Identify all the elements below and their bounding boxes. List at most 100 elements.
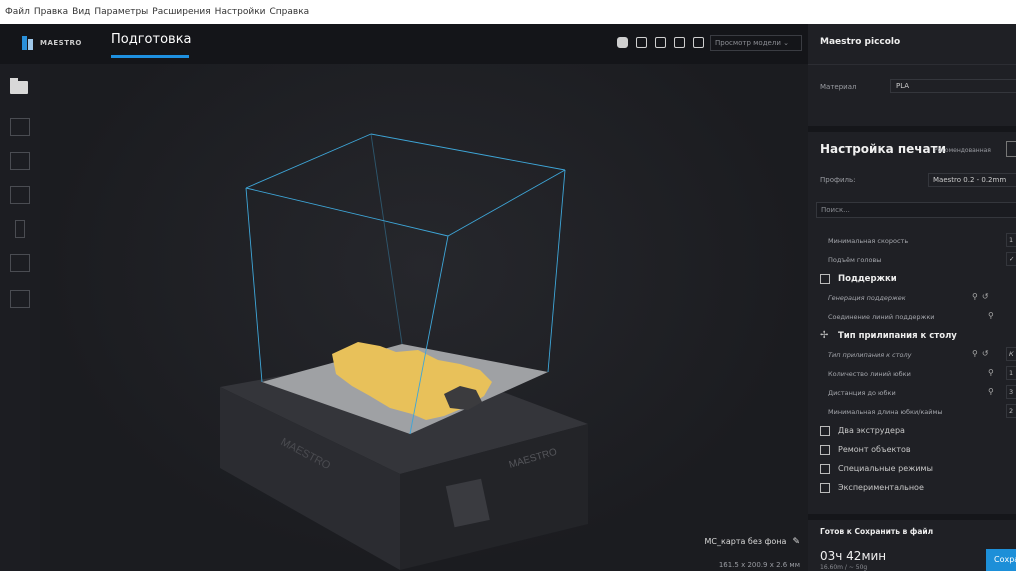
profile-label: Профиль: bbox=[820, 176, 856, 184]
menu-help[interactable]: Справка bbox=[270, 7, 310, 17]
setting-row[interactable]: Минимальная длина юбки/каймы 2 bbox=[820, 402, 1016, 421]
divider bbox=[808, 126, 1016, 132]
setting-label: Подъём головы bbox=[828, 255, 882, 264]
setup-mode-toggle[interactable] bbox=[1006, 141, 1016, 157]
divider bbox=[808, 514, 1016, 520]
special-modes-icon bbox=[820, 463, 830, 474]
view-3d-icon[interactable] bbox=[617, 37, 628, 48]
pencil-icon[interactable]: ✎ bbox=[792, 537, 800, 547]
menu-extensions[interactable]: Расширения bbox=[152, 7, 210, 17]
setting-value[interactable]: 1 bbox=[1006, 233, 1016, 247]
model-info: MC_карта без фона ✎ bbox=[705, 537, 800, 547]
category-label: Тип прилипания к столу bbox=[838, 330, 957, 341]
menu-view[interactable]: Вид bbox=[72, 7, 90, 17]
setting-value[interactable]: К bbox=[1006, 347, 1016, 361]
chevron-down-icon: ⌄ bbox=[783, 39, 789, 47]
model-dimensions: 161.5 x 200.9 x 2.6 мм bbox=[718, 561, 800, 569]
view-orientation-buttons bbox=[617, 37, 704, 48]
setting-label: Тип прилипания к столу bbox=[828, 350, 912, 359]
setting-row[interactable]: Соединение линий поддержки ⚲ bbox=[820, 307, 1016, 326]
mesh-fix-icon bbox=[820, 444, 830, 455]
move-tool-icon[interactable] bbox=[10, 118, 30, 136]
setting-label: Генерация поддержек bbox=[828, 293, 906, 302]
view-left-icon[interactable] bbox=[674, 37, 685, 48]
save-button[interactable]: Сохранить bbox=[986, 549, 1016, 571]
profile-select[interactable]: Maestro 0.2 - 0.2mm bbox=[928, 173, 1016, 187]
support-blocker-icon[interactable] bbox=[10, 290, 30, 308]
print-time: 03ч 42мин bbox=[820, 549, 887, 563]
category-supports[interactable]: Поддержки bbox=[820, 269, 1016, 288]
setting-checkbox[interactable]: ✓ bbox=[1006, 252, 1016, 266]
tab-prepare[interactable]: Подготовка bbox=[111, 32, 192, 47]
link-icon[interactable]: ⚲ bbox=[988, 387, 994, 396]
category-special-modes[interactable]: Специальные режимы bbox=[820, 459, 1016, 478]
print-setup-title: Настройка печати bbox=[820, 142, 946, 156]
menu-params[interactable]: Параметры bbox=[94, 7, 148, 17]
category-label: Экспериментальное bbox=[838, 483, 924, 492]
settings-search-input[interactable]: Поиск... bbox=[816, 202, 1016, 218]
category-mesh-fixes[interactable]: Ремонт объектов bbox=[820, 440, 1016, 459]
logo-text: MAESTRO bbox=[40, 39, 82, 47]
setting-value[interactable]: 2 bbox=[1006, 404, 1016, 418]
setting-label: Дистанция до юбки bbox=[828, 388, 896, 397]
view-mode-select[interactable]: Просмотр модели ⌄ bbox=[710, 35, 802, 51]
material-select[interactable]: PLA bbox=[890, 79, 1016, 93]
setting-value[interactable]: 3 bbox=[1006, 385, 1016, 399]
dual-extruder-icon bbox=[820, 425, 830, 436]
scale-tool-icon[interactable] bbox=[10, 152, 30, 170]
mirror-tool-icon[interactable] bbox=[15, 220, 25, 238]
menu-file[interactable]: Файл bbox=[5, 7, 30, 17]
experimental-icon bbox=[820, 482, 830, 493]
menubar: Файл Правка Вид Параметры Расширения Нас… bbox=[0, 0, 1016, 24]
view-top-icon[interactable] bbox=[655, 37, 666, 48]
logo-icon bbox=[22, 36, 34, 50]
rotate-tool-icon[interactable] bbox=[10, 186, 30, 204]
category-label: Специальные режимы bbox=[838, 464, 933, 473]
divider bbox=[808, 64, 1016, 65]
category-label: Два экструдера bbox=[838, 426, 905, 435]
setting-label: Минимальная скорость bbox=[828, 236, 909, 245]
link-reset-icons[interactable]: ⚲↺ bbox=[972, 349, 993, 358]
material-label: Материал bbox=[820, 83, 857, 91]
setting-label: Количество линий юбки bbox=[828, 369, 911, 378]
supports-icon bbox=[820, 273, 830, 284]
app-logo: MAESTRO bbox=[22, 36, 82, 50]
open-folder-icon[interactable] bbox=[10, 78, 30, 96]
category-experimental[interactable]: Экспериментальное bbox=[820, 478, 1016, 497]
build-scene: MAESTRO MAESTRO bbox=[220, 133, 588, 570]
setting-row[interactable]: Генерация поддержек ⚲↺ bbox=[820, 288, 1016, 307]
left-toolbar bbox=[0, 64, 40, 571]
settings-list: Минимальная скорость 1 Подъём головы ✓ Под… bbox=[820, 231, 1016, 497]
view-right-icon[interactable] bbox=[693, 37, 704, 48]
model-name: MC_карта без фона bbox=[704, 537, 787, 546]
setting-row[interactable]: Дистанция до юбки ⚲ 3 bbox=[820, 383, 1016, 402]
setting-row[interactable]: Подъём головы ✓ bbox=[820, 250, 1016, 269]
link-reset-icons[interactable]: ⚲↺ bbox=[972, 292, 993, 301]
per-model-settings-icon[interactable] bbox=[10, 254, 30, 272]
category-adhesion[interactable]: ✢ Тип прилипания к столу bbox=[820, 326, 1016, 345]
view-front-icon[interactable] bbox=[636, 37, 647, 48]
ready-status: Готов к Сохранить в файл bbox=[820, 527, 934, 536]
category-label: Ремонт объектов bbox=[838, 445, 911, 454]
setting-row[interactable]: Количество линий юбки ⚲ 1 bbox=[820, 364, 1016, 383]
link-icon[interactable]: ⚲ bbox=[988, 311, 994, 320]
right-panel: Maestro piccolo Материал PLA Настройка п… bbox=[808, 24, 1016, 571]
tab-active-indicator bbox=[111, 55, 189, 58]
menu-settings[interactable]: Настройки bbox=[215, 7, 266, 17]
setting-label: Соединение линий поддержки bbox=[828, 312, 935, 321]
3d-viewport[interactable]: MAESTRO MAESTRO MC_карта без фона ✎ 161.5… bbox=[40, 64, 808, 571]
link-icon[interactable]: ⚲ bbox=[988, 368, 994, 377]
menu-edit[interactable]: Правка bbox=[34, 7, 68, 17]
category-label: Поддержки bbox=[838, 273, 897, 284]
setting-row[interactable]: Минимальная скорость 1 bbox=[820, 231, 1016, 250]
material-usage: 16.60m / ~ 50g bbox=[820, 564, 868, 571]
view-mode-label: Просмотр модели bbox=[715, 39, 781, 47]
adhesion-icon: ✢ bbox=[820, 329, 829, 341]
setup-mode-label[interactable]: Рекомендованная bbox=[934, 147, 991, 154]
setting-row[interactable]: Тип прилипания к столу ⚲↺ К bbox=[820, 345, 1016, 364]
category-dual-extrusion[interactable]: Два экструдера bbox=[820, 421, 1016, 440]
top-header: MAESTRO Подготовка Просмотр модели ⌄ bbox=[0, 24, 808, 64]
setting-label: Минимальная длина юбки/каймы bbox=[828, 407, 943, 416]
printer-name[interactable]: Maestro piccolo bbox=[820, 37, 900, 47]
setting-value[interactable]: 1 bbox=[1006, 366, 1016, 380]
